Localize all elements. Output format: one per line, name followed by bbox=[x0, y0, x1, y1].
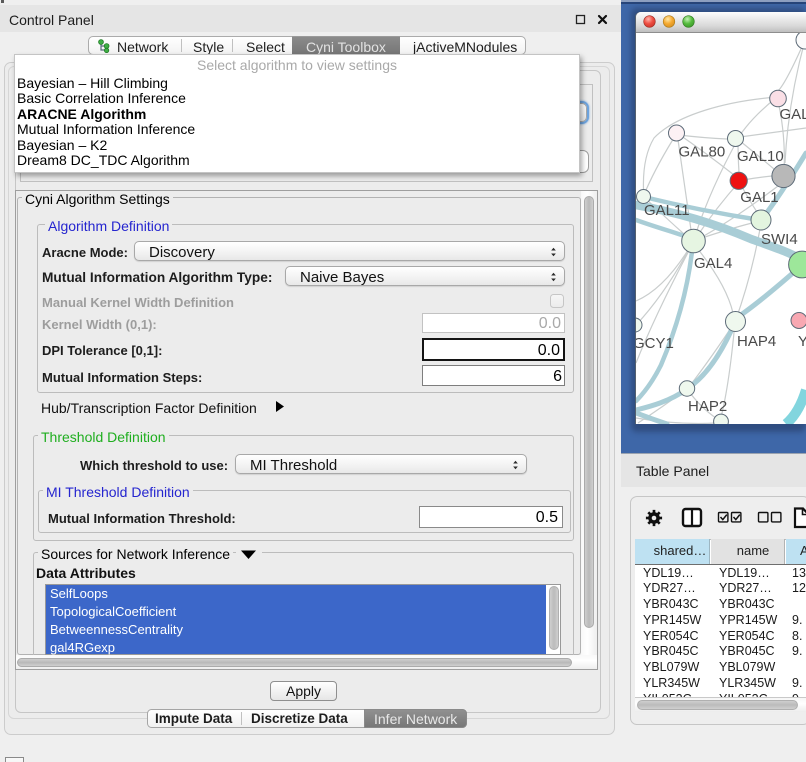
svg-text:GAL1: GAL1 bbox=[740, 189, 778, 206]
svg-text:GCY1: GCY1 bbox=[636, 335, 674, 352]
svg-text:SWI4: SWI4 bbox=[761, 231, 798, 248]
svg-text:GAL2: GAL2 bbox=[780, 106, 806, 123]
svg-text:GAL10: GAL10 bbox=[737, 148, 784, 165]
svg-text:HAP4: HAP4 bbox=[737, 333, 776, 350]
svg-text:GAL80: GAL80 bbox=[679, 144, 726, 161]
svg-text:GAL4: GAL4 bbox=[694, 255, 732, 272]
svg-text:GAL11: GAL11 bbox=[644, 202, 690, 219]
svg-text:Y: Y bbox=[798, 333, 806, 350]
svg-text:HAP2: HAP2 bbox=[688, 398, 727, 415]
